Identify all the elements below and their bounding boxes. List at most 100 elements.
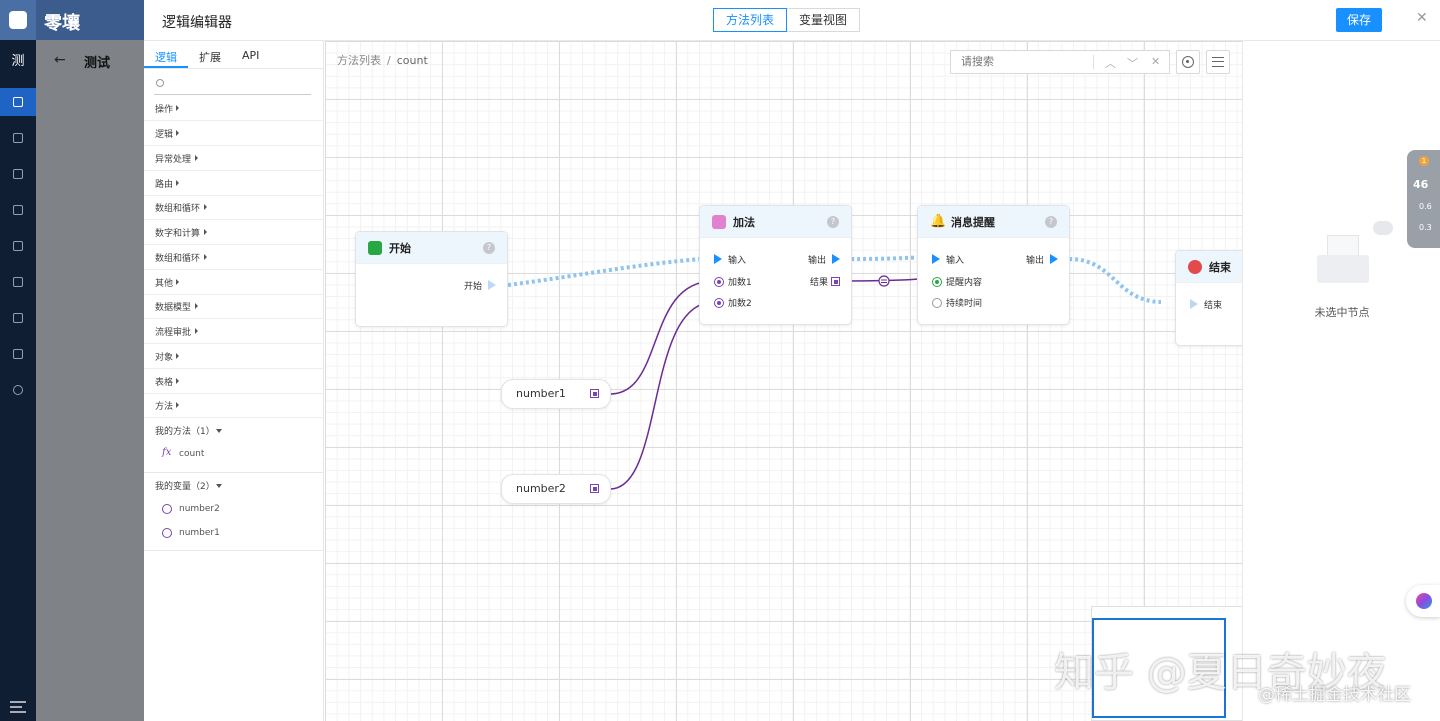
nav-api-icon[interactable] — [0, 232, 36, 260]
caret-down-icon — [216, 484, 222, 488]
view-switch: 方法列表 变量视图 — [713, 8, 861, 32]
caret-right-icon — [204, 204, 207, 210]
method-item-count[interactable]: count — [179, 449, 204, 459]
variable-item[interactable]: number2 — [179, 504, 220, 514]
page-overlay — [36, 40, 144, 721]
play-icon — [368, 241, 382, 255]
search-icon — [156, 79, 164, 87]
bell-icon: 🔔 — [930, 214, 947, 229]
nav-pages-icon[interactable] — [0, 124, 36, 152]
nav-data-icon[interactable] — [0, 160, 36, 188]
component-search-input[interactable] — [170, 77, 310, 93]
monitor-value: 46 — [1413, 178, 1429, 191]
empty-bubble — [1373, 221, 1393, 235]
function-icon: fx — [162, 447, 172, 458]
notification-badge: 1 — [1419, 156, 1429, 166]
exec-in-port[interactable] — [1190, 299, 1198, 309]
output-port[interactable] — [831, 277, 840, 286]
stop-icon — [1188, 260, 1202, 274]
my-methods-header[interactable]: 我的方法（1） — [144, 419, 324, 443]
category-item[interactable]: 数据模型 — [144, 294, 324, 319]
flow-canvas[interactable]: 方法列表/count ︿ ﹀ ✕ 开始 ? — [325, 41, 1242, 721]
nav-process-icon[interactable] — [0, 304, 36, 332]
add-node[interactable]: 加法 ? 输入 输出 加数1 结果 加数2 — [699, 205, 852, 325]
port-label: 输出 — [1026, 256, 1045, 266]
exec-in-port[interactable] — [932, 254, 940, 264]
node-title: 结束 — [1209, 261, 1231, 274]
empty-tray — [1317, 255, 1369, 283]
component-panel: 逻辑 扩展 API 操作 逻辑 异常处理 路由 数组和循环 数字和计算 数组和循… — [144, 41, 324, 721]
caret-right-icon — [195, 155, 198, 161]
category-item[interactable]: 对象 — [144, 344, 324, 369]
category-item[interactable]: 逻辑 — [144, 121, 324, 146]
category-label: 操作 — [155, 105, 174, 115]
exec-out-port[interactable] — [1050, 254, 1058, 264]
nav-logic-icon[interactable] — [0, 196, 36, 224]
category-item[interactable]: 表格 — [144, 369, 324, 394]
help-icon[interactable]: ? — [1045, 216, 1057, 228]
help-icon[interactable]: ? — [827, 216, 839, 228]
performance-monitor[interactable]: 1 46 0.6 0.3 — [1407, 150, 1440, 248]
category-item[interactable]: 数字和计算 — [144, 220, 324, 245]
save-button[interactable]: 保存 — [1336, 8, 1382, 32]
port-label: 输入 — [728, 256, 747, 266]
category-item[interactable]: 其他 — [144, 270, 324, 295]
notify-node[interactable]: 🔔 消息提醒 ? 输入 输出 提醒内容 持续时间 — [917, 205, 1070, 325]
convert-icon — [878, 275, 890, 287]
nav-settings-icon[interactable] — [0, 376, 36, 404]
collapse-menu-icon[interactable] — [10, 701, 26, 713]
monitor-stat: 0.3 — [1419, 223, 1432, 232]
end-node[interactable]: 结束 结束 — [1175, 250, 1242, 346]
nav-components-icon[interactable] — [0, 268, 36, 296]
port-label: 结束 — [1204, 301, 1223, 311]
nav-files-icon[interactable] — [0, 340, 36, 368]
category-item[interactable]: 路由 — [144, 171, 324, 196]
panel-tabs: 逻辑 扩展 API — [144, 41, 324, 69]
watermark-secondary: @稀土掘金技术社区 — [1258, 685, 1411, 705]
nav-home-icon[interactable] — [0, 88, 36, 116]
category-item[interactable]: 方法 — [144, 393, 324, 418]
category-item[interactable]: 操作 — [144, 96, 324, 121]
variable-node-label: number2 — [516, 482, 566, 495]
category-item[interactable]: 数组和循环 — [144, 195, 324, 220]
exec-out-port[interactable] — [488, 280, 496, 290]
category-item[interactable]: 异常处理 — [144, 146, 324, 171]
editor-title: 逻辑编辑器 — [162, 15, 232, 31]
variable-node-number2[interactable]: number2 — [501, 474, 611, 504]
input-port[interactable] — [932, 277, 942, 287]
category-item[interactable]: 数组和循环 — [144, 245, 324, 270]
assistant-button[interactable] — [1406, 585, 1440, 617]
brain-icon — [1416, 593, 1432, 609]
category-label: 逻辑 — [155, 130, 174, 140]
output-port[interactable] — [590, 389, 599, 398]
properties-panel: 未选中节点 — [1242, 41, 1440, 721]
variable-icon — [162, 504, 172, 514]
category-item[interactable]: 流程审批 — [144, 319, 324, 344]
caret-right-icon — [176, 105, 179, 111]
variable-icon — [162, 528, 172, 538]
close-icon[interactable]: ✕ — [1416, 10, 1428, 26]
variable-item[interactable]: number1 — [179, 528, 220, 538]
start-node[interactable]: 开始 ? 开始 — [355, 231, 508, 327]
node-header: 开始 ? — [356, 232, 507, 264]
variable-node-number1[interactable]: number1 — [501, 379, 611, 409]
exec-out-port[interactable] — [832, 254, 840, 264]
tab-variable-view[interactable]: 变量视图 — [787, 8, 861, 32]
tab-api[interactable]: API — [242, 49, 259, 62]
input-port[interactable] — [714, 298, 724, 308]
my-variables-header[interactable]: 我的变量（2） — [144, 474, 324, 498]
caret-right-icon — [204, 229, 207, 235]
tab-logic[interactable]: 逻辑 — [155, 49, 177, 65]
output-port[interactable] — [590, 484, 599, 493]
tab-extension[interactable]: 扩展 — [199, 49, 221, 65]
category-label: 数组和循环 — [155, 204, 201, 214]
divider — [144, 550, 324, 551]
category-label: 方法 — [155, 402, 174, 412]
back-arrow-icon[interactable]: ← — [54, 52, 66, 68]
input-port[interactable] — [932, 298, 942, 308]
input-port[interactable] — [714, 277, 724, 287]
my-methods-label: 我的方法（1） — [155, 427, 215, 437]
exec-in-port[interactable] — [714, 254, 722, 264]
help-icon[interactable]: ? — [483, 242, 495, 254]
tab-method-list[interactable]: 方法列表 — [713, 8, 788, 32]
